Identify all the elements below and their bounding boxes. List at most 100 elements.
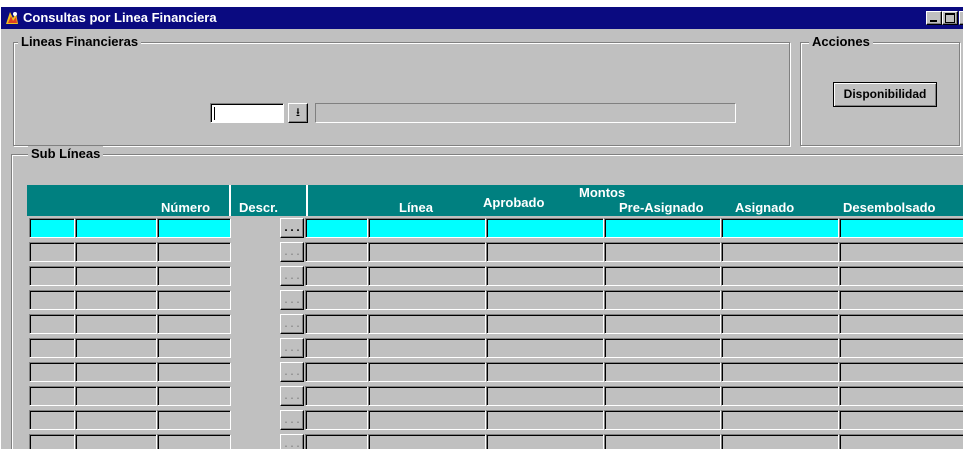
cell-linea[interactable] <box>368 314 486 334</box>
descr-ellipsis-button[interactable]: ... <box>280 410 304 430</box>
cell-pre-asignado[interactable] <box>604 338 721 358</box>
cell-row-indicator[interactable] <box>29 242 75 262</box>
cell-subcol[interactable] <box>305 338 368 358</box>
cell-linea[interactable] <box>368 242 486 262</box>
descr-ellipsis-button[interactable]: ... <box>280 314 304 334</box>
cell-subcol[interactable] <box>305 362 368 382</box>
cell-desembolsado[interactable] <box>839 242 963 262</box>
cell-subcol[interactable] <box>305 218 368 238</box>
cell-asignado[interactable] <box>721 362 839 382</box>
cell-aprobado[interactable] <box>486 338 604 358</box>
cell-linea[interactable] <box>368 410 486 430</box>
cell-pre-asignado[interactable] <box>604 290 721 310</box>
cell-aprobado[interactable] <box>486 314 604 334</box>
cell-linea[interactable] <box>368 434 486 449</box>
cell-numero[interactable] <box>75 290 157 310</box>
cell-descr[interactable] <box>157 362 231 382</box>
descr-ellipsis-button[interactable]: ... <box>280 434 304 449</box>
cell-numero[interactable] <box>75 434 157 449</box>
cell-asignado[interactable] <box>721 266 839 286</box>
cell-row-indicator[interactable] <box>29 338 75 358</box>
cell-desembolsado[interactable] <box>839 314 963 334</box>
cell-row-indicator[interactable] <box>29 386 75 406</box>
cell-asignado[interactable] <box>721 338 839 358</box>
cell-row-indicator[interactable] <box>29 410 75 430</box>
cell-aprobado[interactable] <box>486 290 604 310</box>
cell-desembolsado[interactable] <box>839 362 963 382</box>
cell-pre-asignado[interactable] <box>604 386 721 406</box>
cell-linea[interactable] <box>368 338 486 358</box>
cell-numero[interactable] <box>75 242 157 262</box>
cell-subcol[interactable] <box>305 410 368 430</box>
cell-descr[interactable] <box>157 290 231 310</box>
cell-linea[interactable] <box>368 218 486 238</box>
cell-aprobado[interactable] <box>486 266 604 286</box>
cell-asignado[interactable] <box>721 314 839 334</box>
cell-pre-asignado[interactable] <box>604 242 721 262</box>
cell-asignado[interactable] <box>721 410 839 430</box>
cell-subcol[interactable] <box>305 386 368 406</box>
cell-row-indicator[interactable] <box>29 362 75 382</box>
cell-numero[interactable] <box>75 314 157 334</box>
cell-descr[interactable] <box>157 242 231 262</box>
descr-ellipsis-button[interactable]: ... <box>280 338 304 358</box>
descr-ellipsis-button[interactable]: ... <box>280 362 304 382</box>
cell-pre-asignado[interactable] <box>604 266 721 286</box>
cell-aprobado[interactable] <box>486 218 604 238</box>
cell-aprobado[interactable] <box>486 410 604 430</box>
cell-descr[interactable] <box>157 338 231 358</box>
cell-desembolsado[interactable] <box>839 338 963 358</box>
cell-subcol[interactable] <box>305 434 368 449</box>
cell-row-indicator[interactable] <box>29 266 75 286</box>
cell-numero[interactable] <box>75 266 157 286</box>
cell-desembolsado[interactable] <box>839 410 963 430</box>
descr-ellipsis-button[interactable]: ... <box>280 386 304 406</box>
cell-descr[interactable] <box>157 410 231 430</box>
cell-desembolsado[interactable] <box>839 386 963 406</box>
cell-asignado[interactable] <box>721 434 839 449</box>
cell-asignado[interactable] <box>721 290 839 310</box>
cell-pre-asignado[interactable] <box>604 410 721 430</box>
cell-asignado[interactable] <box>721 386 839 406</box>
cell-desembolsado[interactable] <box>839 434 963 449</box>
cell-desembolsado[interactable] <box>839 266 963 286</box>
cell-row-indicator[interactable] <box>29 218 75 238</box>
cell-aprobado[interactable] <box>486 362 604 382</box>
cell-aprobado[interactable] <box>486 434 604 449</box>
cell-subcol[interactable] <box>305 290 368 310</box>
cell-desembolsado[interactable] <box>839 218 963 238</box>
cell-asignado[interactable] <box>721 242 839 262</box>
disponibilidad-button[interactable]: Disponibilidad <box>833 82 937 107</box>
cell-descr[interactable] <box>157 434 231 449</box>
cell-linea[interactable] <box>368 386 486 406</box>
cell-subcol[interactable] <box>305 242 368 262</box>
maximize-button[interactable] <box>942 11 958 25</box>
cell-numero[interactable] <box>75 386 157 406</box>
cell-pre-asignado[interactable] <box>604 314 721 334</box>
cell-pre-asignado[interactable] <box>604 362 721 382</box>
cell-pre-asignado[interactable] <box>604 434 721 449</box>
cell-subcol[interactable] <box>305 266 368 286</box>
cell-linea[interactable] <box>368 266 486 286</box>
cell-row-indicator[interactable] <box>29 290 75 310</box>
descr-ellipsis-button[interactable]: ... <box>280 290 304 310</box>
title-bar[interactable]: Consultas por Linea Financiera <box>1 7 963 29</box>
cell-numero[interactable] <box>75 410 157 430</box>
cell-row-indicator[interactable] <box>29 434 75 449</box>
list-of-values-button[interactable]: ⭳ <box>288 103 308 123</box>
cell-descr[interactable] <box>157 314 231 334</box>
cell-linea[interactable] <box>368 290 486 310</box>
descr-ellipsis-button[interactable]: ... <box>280 218 304 238</box>
cell-aprobado[interactable] <box>486 242 604 262</box>
cell-aprobado[interactable] <box>486 386 604 406</box>
cell-asignado[interactable] <box>721 218 839 238</box>
cell-numero[interactable] <box>75 362 157 382</box>
cell-linea[interactable] <box>368 362 486 382</box>
minimize-button[interactable] <box>926 11 942 25</box>
cell-row-indicator[interactable] <box>29 314 75 334</box>
cell-desembolsado[interactable] <box>839 290 963 310</box>
cell-pre-asignado[interactable] <box>604 218 721 238</box>
linea-financiera-code-input[interactable] <box>210 103 284 123</box>
cell-subcol[interactable] <box>305 314 368 334</box>
close-button[interactable] <box>959 11 963 25</box>
